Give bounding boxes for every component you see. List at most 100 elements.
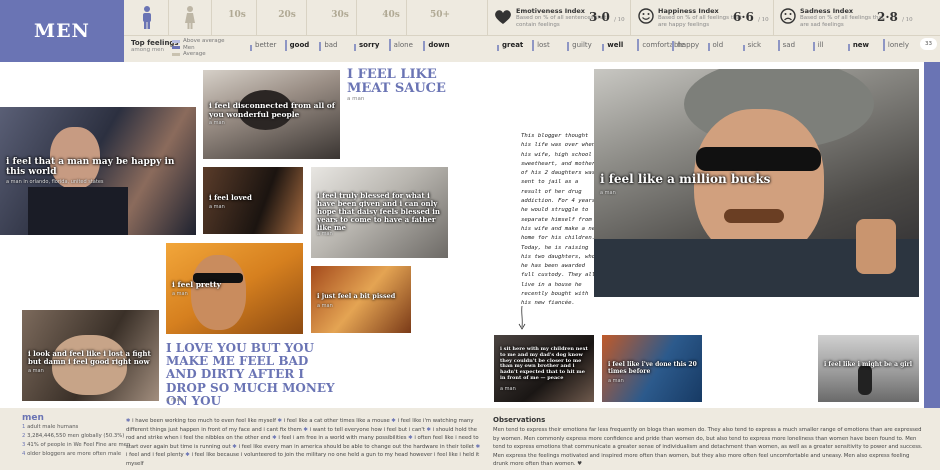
female-figure-icon — [185, 6, 195, 29]
feeling-word: down — [428, 41, 450, 49]
photo-caption: i look and feel like i lost a fight but … — [28, 349, 151, 367]
feeling-word: new — [852, 41, 870, 49]
feeling-quote: i feel i am free in a world with many po… — [278, 435, 409, 441]
bottom-title: men — [22, 413, 44, 423]
photo-feel-loved: i feel loved a man — [203, 167, 303, 234]
header-tick — [168, 0, 169, 35]
feeling-bar — [284, 40, 287, 51]
stat-item: 3 41% of people in We Feel Fine are men — [22, 442, 131, 448]
stat-item: 2 3,284,446,550 men globally (50.3%) — [22, 433, 125, 439]
feeling-word: better — [255, 41, 277, 49]
photo-caption: i feel like i might be a girl — [824, 361, 912, 368]
feeling-word: lonely — [887, 41, 909, 49]
pull-quote-byline: a man — [166, 397, 184, 403]
feeling-quote: i want to tell everyone how i feel but i… — [309, 426, 427, 433]
feeling-bar — [742, 45, 745, 51]
observations-title: Observations — [493, 416, 546, 424]
photo-caption: i just feel a bit pissed — [317, 292, 396, 300]
sadness-index-title: Sadness Index — [800, 7, 854, 15]
legend-average: Average — [172, 51, 225, 58]
header-tick — [406, 0, 407, 35]
feeling-word: old — [712, 41, 724, 49]
face-shape — [191, 255, 246, 330]
feeling-word: bad — [324, 41, 338, 49]
photo-done-before: i feel like i've done this 20 times befo… — [602, 335, 702, 402]
arrow-down-icon — [518, 305, 526, 330]
feeling-bar — [567, 42, 570, 51]
feeling-word: ill — [817, 41, 824, 49]
header-tick — [487, 0, 488, 35]
male-figure-icon — [143, 6, 151, 29]
header-tick — [256, 0, 257, 35]
photo-caption: i feel like i've done this 20 times befo… — [608, 361, 697, 375]
feeling-bar — [847, 44, 850, 51]
sadness-index-value: 2·8 / 10 — [877, 10, 913, 24]
photo-byline: a man — [209, 204, 225, 210]
age-label: 30s — [331, 10, 349, 20]
side-accent-strip — [924, 62, 940, 408]
feeling-bar — [497, 45, 499, 51]
feeling-bar — [707, 43, 710, 51]
magazine-spread: MEN 10s 20s 30s 40s 50+ Emotiveness Inde… — [0, 0, 940, 470]
photo-byline: a man — [28, 368, 44, 374]
photo-caption: i sit here with my children next to me a… — [500, 346, 588, 381]
moustache-shape — [724, 209, 784, 223]
feeling-bar — [354, 44, 356, 51]
photo-byline: a man — [608, 378, 624, 384]
feeling-bar — [319, 42, 322, 51]
photo-feel-pretty: i feel pretty a man — [166, 243, 303, 334]
feeling-word: sorry — [359, 41, 380, 49]
age-label: 10s — [228, 10, 246, 20]
feeling-word: lost — [537, 41, 550, 49]
happiness-index-title: Happiness Index — [658, 7, 719, 15]
feeling-word: alone — [393, 41, 413, 49]
feeling-bar — [532, 40, 535, 51]
emotiveness-index-value: 3·0 / 10 — [589, 10, 625, 24]
photo-caption: i feel that a man may be happy in this w… — [6, 157, 175, 178]
feeling-bar — [672, 41, 675, 51]
photo-caption: i feel truly blessed for what i have bee… — [317, 191, 440, 233]
feeling-bar — [423, 41, 426, 51]
handwritten-note: This blogger thought his life was over w… — [521, 133, 599, 307]
top-feelings-sublabel: among men — [131, 47, 165, 53]
header-tick — [356, 0, 357, 35]
photo-byline: a man — [209, 120, 225, 126]
photo-truly-blessed: i feel truly blessed for what i have bee… — [311, 167, 448, 258]
pull-quote-meat-sauce: I FEEL LIKE MEAT SAUCE — [347, 67, 446, 97]
age-label: 50+ — [429, 10, 451, 20]
age-label: 20s — [278, 10, 296, 20]
photo-byline: a man — [172, 291, 188, 297]
header-tick — [306, 0, 307, 35]
pull-quote-love-you: I LOVE YOU BUT YOU MAKE ME FEEL BAD AND … — [166, 341, 335, 408]
feeling-word: well — [607, 41, 624, 49]
photo-byline: a man — [317, 231, 333, 237]
feelings-legend: Above average Men Average — [172, 38, 225, 58]
feeling-bar — [812, 42, 815, 51]
age-label: 40s — [382, 10, 400, 20]
stat-item: 4 older bloggers are more often male — [22, 451, 122, 457]
photo-byline: a man in orlando, florida, united states — [6, 179, 104, 185]
suit-shape — [28, 187, 128, 235]
photo-byline: a man — [317, 303, 333, 309]
stat-item: 1 adult male humans — [22, 424, 79, 430]
photo-children: i sit here with my children next to me a… — [494, 335, 594, 402]
feeling-quote: i feel like every man in america should … — [238, 443, 476, 450]
feelings-quotes: ✱ i have been working too much to even f… — [126, 417, 482, 468]
feeling-word: sick — [747, 41, 762, 49]
star-icon: ✱ — [475, 443, 481, 450]
observations-text: Men tend to express their emotions far l… — [493, 427, 923, 467]
heart-icon — [495, 10, 511, 24]
emotiveness-index-title: Emotiveness Index — [516, 7, 585, 15]
photo-byline: a man — [600, 190, 616, 196]
header-tick — [211, 0, 212, 35]
feeling-word: happy — [677, 41, 700, 49]
photo-million-bucks: i feel like a million bucks a man — [594, 69, 919, 297]
photo-man-in-suit: i feel that a man may be happy in this w… — [0, 107, 196, 235]
happiness-index-value: 6·6 / 10 — [733, 10, 769, 24]
feeling-bar — [882, 39, 885, 51]
feeling-quote: i feel and i feel plenty — [126, 452, 186, 458]
feeling-quote: i feel like a cat other times like a mou… — [283, 418, 392, 424]
feeling-bar — [388, 39, 391, 51]
feeling-bar — [602, 44, 605, 51]
photo-disconnected: i feel disconnected from all of you wond… — [203, 70, 340, 159]
